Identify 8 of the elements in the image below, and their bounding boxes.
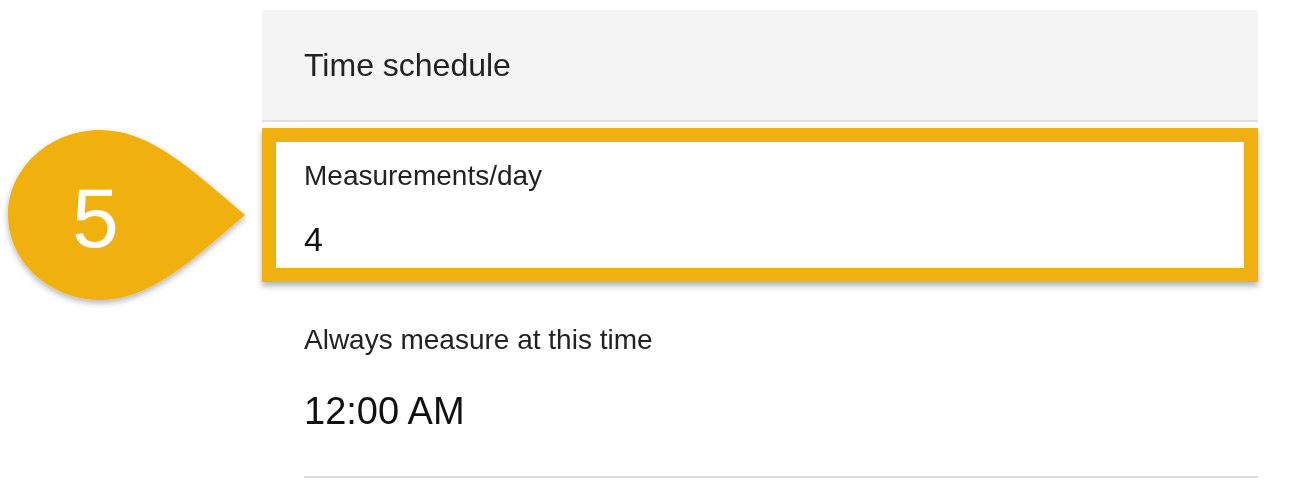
setting-label: Measurements/day [304,160,544,192]
highlighted-setting[interactable]: Measurements/day 4 [262,128,1258,282]
section-title: Time schedule [304,46,511,84]
setting-value: 4 [304,220,324,259]
setting-row[interactable]: Always measure at this time 12:00 AM [304,282,1258,478]
setting-value: 12:00 AM [304,390,466,433]
callout-number: 5 [72,170,119,267]
setting-label: Always measure at this time [304,324,654,356]
